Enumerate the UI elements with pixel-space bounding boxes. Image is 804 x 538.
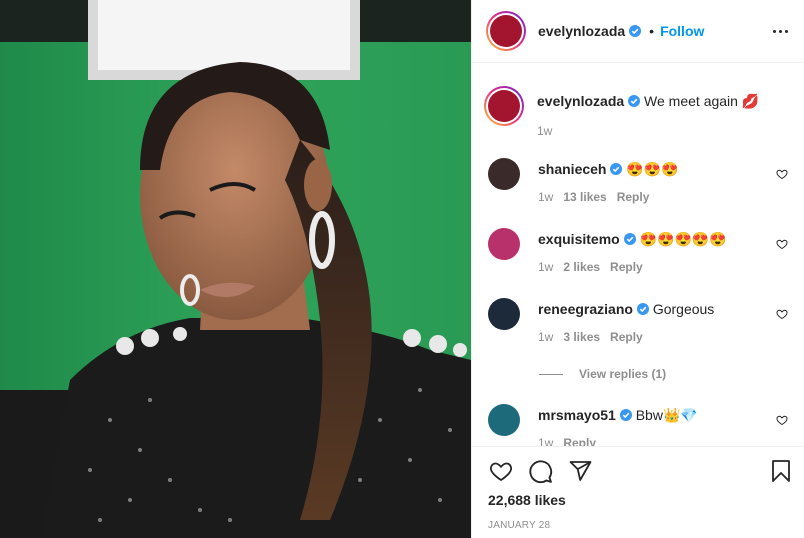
verified-badge-icon	[619, 409, 632, 421]
commenter-avatar[interactable]	[488, 158, 520, 190]
comment-text: Gorgeous	[652, 301, 715, 317]
caption-time[interactable]: 1w	[537, 124, 552, 138]
comment-like-heart-icon[interactable]	[776, 308, 788, 320]
caption: evelynlozada We meet again 💋 1w	[484, 86, 788, 138]
comment-item: shanieceh 😍😍😍 1w 13 likes Reply	[488, 158, 788, 204]
comment-username[interactable]: reneegraziano	[538, 301, 633, 317]
post-actions: 22,688 likes JANUARY 28	[472, 446, 804, 538]
post-image	[0, 0, 471, 538]
comment-like-heart-icon[interactable]	[776, 238, 788, 250]
likes-count[interactable]: 22,688 likes	[488, 492, 566, 508]
post-date[interactable]: JANUARY 28	[488, 520, 550, 531]
comment-item: exquisitemo 😍😍😍😍😍 1w 2 likes Reply	[488, 228, 788, 274]
comment-username[interactable]: shanieceh	[538, 161, 606, 177]
comment-icon[interactable]	[528, 459, 553, 484]
comment-time[interactable]: 1w	[538, 190, 553, 204]
share-icon[interactable]	[568, 459, 593, 483]
caption-avatar[interactable]	[484, 86, 524, 126]
commenter-avatar[interactable]	[488, 404, 520, 436]
heart-icon[interactable]	[488, 459, 514, 483]
verified-badge-icon	[623, 233, 636, 245]
comment-username[interactable]: mrsmayo51	[538, 407, 616, 423]
verified-badge-icon	[636, 303, 649, 315]
comment-likes[interactable]: 13 likes	[563, 190, 606, 204]
post-panel: evelynlozada • Follow evelynlozada We me…	[471, 0, 804, 538]
comment-item: reneegraziano Gorgeous 1w 3 likes Reply	[488, 298, 788, 344]
post-header: evelynlozada • Follow	[472, 0, 804, 63]
comment-item: mrsmayo51 Bbw👑💎 1w Reply	[488, 404, 788, 446]
caption-username[interactable]: evelynlozada	[537, 93, 624, 109]
reply-button[interactable]: Reply	[617, 190, 650, 204]
verified-badge-icon	[610, 163, 623, 175]
comments-list[interactable]: evelynlozada We meet again 💋 1w shaniece…	[472, 64, 804, 446]
view-replies-button[interactable]: View replies (1)	[539, 367, 666, 381]
commenter-avatar[interactable]	[488, 298, 520, 330]
commenter-avatar[interactable]	[488, 228, 520, 260]
comment-like-heart-icon[interactable]	[776, 414, 788, 426]
comment-time[interactable]: 1w	[538, 436, 553, 446]
separator-dot: •	[649, 23, 655, 39]
comment-like-heart-icon[interactable]	[776, 168, 788, 180]
comment-likes[interactable]: 3 likes	[563, 330, 600, 344]
comment-text: 😍😍😍😍😍	[639, 231, 727, 247]
author-username[interactable]: evelynlozada	[538, 23, 625, 39]
view-replies-label[interactable]: View replies (1)	[579, 367, 666, 381]
comment-time[interactable]: 1w	[538, 330, 553, 344]
author-avatar[interactable]	[486, 11, 526, 51]
more-options-icon[interactable]	[773, 29, 788, 33]
follow-button[interactable]: Follow	[660, 23, 704, 39]
comment-likes[interactable]: 2 likes	[563, 260, 600, 274]
view-replies-line	[539, 373, 563, 375]
bookmark-icon[interactable]	[770, 459, 792, 483]
reply-button[interactable]: Reply	[610, 330, 643, 344]
verified-badge-icon	[629, 25, 642, 37]
verified-badge-icon	[628, 95, 641, 107]
comment-text: 😍😍😍	[626, 161, 679, 177]
reply-button[interactable]: Reply	[610, 260, 643, 274]
post-photo[interactable]	[0, 0, 471, 538]
comment-time[interactable]: 1w	[538, 260, 553, 274]
comment-username[interactable]: exquisitemo	[538, 231, 620, 247]
caption-text: We meet again 💋	[644, 93, 760, 109]
reply-button[interactable]: Reply	[563, 436, 596, 446]
comment-text: Bbw👑💎	[635, 407, 698, 423]
